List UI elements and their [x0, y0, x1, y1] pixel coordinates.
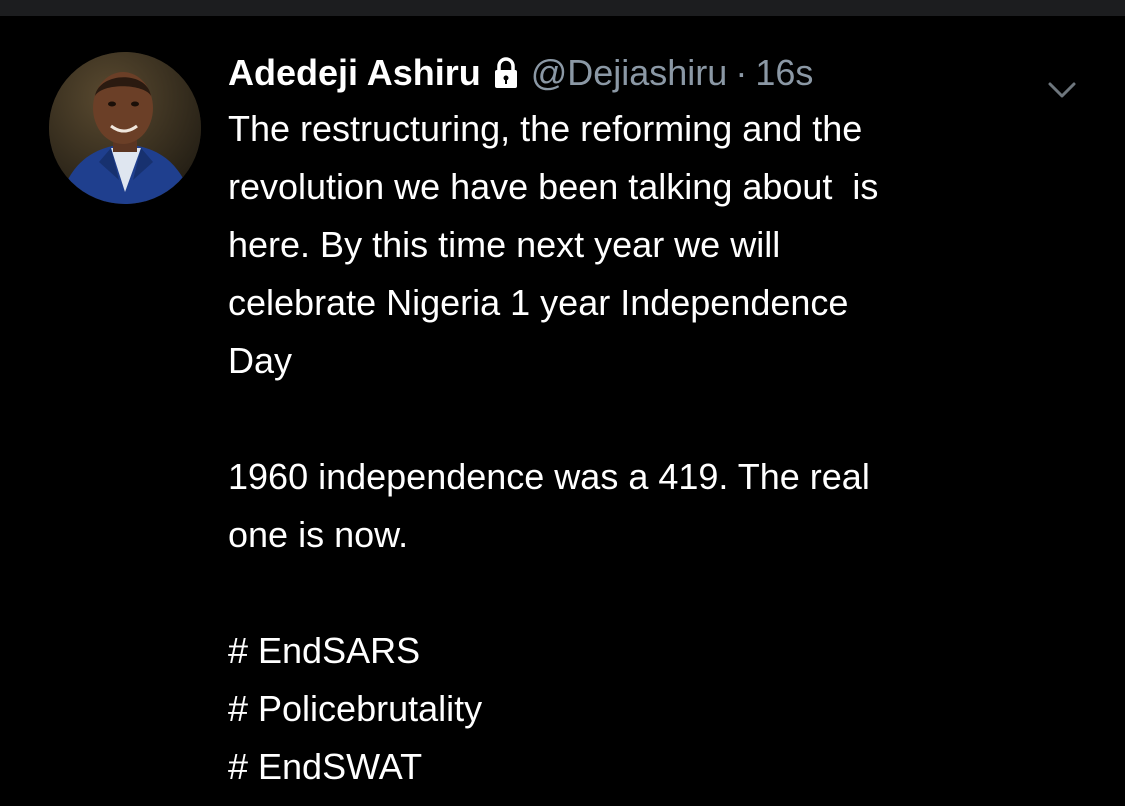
user-handle[interactable]: @Dejiashiru: [531, 52, 728, 94]
lock-icon: [494, 57, 517, 88]
tweet-line: revolution we have been talking about is: [228, 166, 879, 207]
hashtag: # EndSARS: [228, 630, 421, 671]
separator-dot: ·: [735, 52, 748, 93]
tweet-line: 1960 independence was a 419. The real: [228, 456, 870, 497]
display-name[interactable]: Adedeji Ashiru: [228, 52, 481, 94]
timestamp[interactable]: 16s: [755, 52, 813, 94]
avatar[interactable]: [49, 52, 201, 204]
tweet-header: Adedeji Ashiru @Dejiashiru · 16s: [228, 50, 1088, 96]
tweet-text: The restructuring, the reforming and the…: [228, 100, 1088, 796]
tweet-line: celebrate Nigeria 1 year Independence: [228, 282, 849, 323]
tweet[interactable]: Adedeji Ashiru @Dejiashiru · 16s The res…: [0, 16, 1125, 806]
hashtag: # Policebrutality: [228, 688, 483, 729]
tweet-line: one is now.: [228, 514, 409, 555]
tweet-line: here. By this time next year we will: [228, 224, 781, 265]
tweet-content: Adedeji Ashiru @Dejiashiru · 16s The res…: [228, 50, 1088, 796]
chevron-down-icon[interactable]: [1044, 72, 1080, 108]
tweet-line: Day: [228, 340, 293, 381]
hashtag: # EndSWAT: [228, 746, 423, 787]
tweet-line: The restructuring, the reforming and the: [228, 108, 863, 149]
status-strip: [0, 0, 1125, 16]
